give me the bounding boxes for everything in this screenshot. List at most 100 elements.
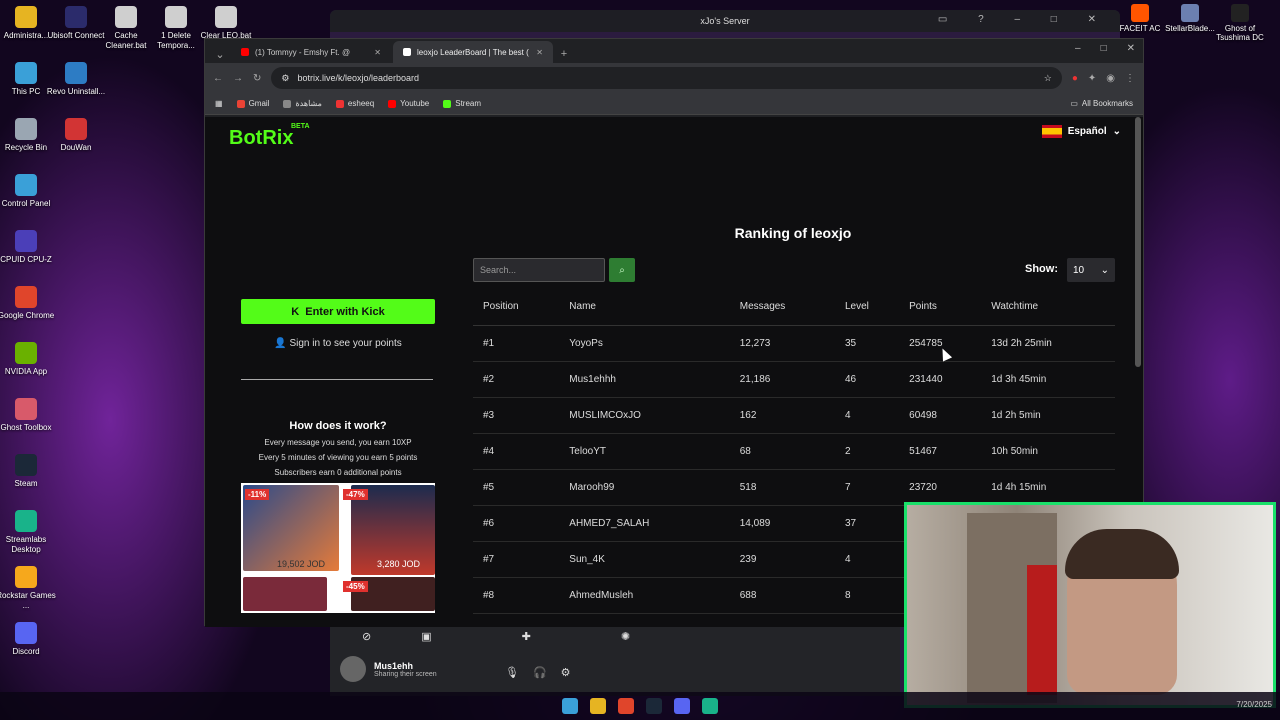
desktop-icon[interactable]: CPUID CPU-Z [0,230,58,265]
extension-icon[interactable]: ● [1072,73,1078,84]
close-tab-icon[interactable]: ✕ [374,48,381,57]
start-icon[interactable] [562,698,578,714]
forward-icon[interactable]: → [233,73,243,84]
server-name: xJo's Server [700,16,750,26]
signin-link[interactable]: 👤 Sign in to see your points [241,338,435,349]
table-row: #1 YoyoPs 12,273 35 254785 13d 2h 25min [473,325,1115,362]
bookmark-gmail[interactable]: Gmail [236,99,269,108]
column-header[interactable]: Watchtime [981,289,1115,326]
app-icon [15,174,37,196]
bookmark-youtube[interactable]: Youtube [388,99,429,108]
menu-icon[interactable]: ⋮ [1125,73,1135,84]
ad-price: 3,280 JOD [377,559,421,569]
botrix-logo[interactable]: BotRix [229,127,293,150]
desktop-icon[interactable]: DouWan [44,118,108,153]
url-text: botrix.live/k/leoxjo/leaderboard [297,73,420,83]
no-video-icon[interactable]: ⊘ [362,630,371,643]
address-bar[interactable]: ⚙ botrix.live/k/leoxjo/leaderboard ☆ [271,67,1062,89]
site-info-icon[interactable]: ⚙ [281,73,289,84]
ad-banner[interactable]: -11% 19,502 JOD -47% 3,280 JOD -45% [241,483,435,613]
show-label: Show: [1025,263,1058,275]
discord-icon[interactable] [674,698,690,714]
profile-icon[interactable]: ◉ [1106,73,1115,84]
rule-text: Every message you send, you earn 10XP [264,438,412,447]
extensions-icon[interactable]: ✦ [1088,73,1096,84]
table-cell: 4 [834,541,900,578]
desktop-icon[interactable]: StellarBlade... [1162,4,1218,33]
scrollbar[interactable] [1135,117,1141,367]
screen-share-icon[interactable]: ▣ [421,630,431,643]
table-cell: AHMED7_SALAH [559,505,730,542]
all-bookmarks[interactable]: ▭ All Bookmarks [1070,99,1133,108]
file-explorer-icon[interactable] [590,698,606,714]
show-select[interactable]: 10 ⌄ [1067,258,1115,282]
back-icon[interactable]: ← [213,73,223,84]
desktop-icon[interactable]: Revo Uninstall... [44,62,108,97]
chevron-down-icon: ⌄ [1100,264,1109,276]
table-cell: 7 [834,469,900,506]
desktop-icon[interactable]: Streamlabs Desktop [0,510,58,555]
steam-icon[interactable] [646,698,662,714]
desktop-icon[interactable]: NVIDIA App [0,342,58,377]
search-icon: ⌕ [619,264,625,276]
streamlabs-icon[interactable] [702,698,718,714]
table-cell: 46 [834,361,900,398]
desktop-icon[interactable]: Clear LEO.bat [194,6,258,41]
app-icon [115,6,137,28]
taskbar [0,692,1280,720]
soundboard-icon[interactable]: ✺ [621,630,630,643]
apps-icon[interactable]: ▦ [215,99,223,108]
user-icon: 👤 [274,338,287,349]
settings-gear-icon[interactable]: ⚙ [561,666,571,679]
desktop-icon[interactable]: Google Chrome [0,286,58,321]
tab-search-icon[interactable]: ⌄ [211,45,229,63]
column-header[interactable]: Position [473,289,560,326]
search-input[interactable]: Search... [473,258,605,282]
search-button[interactable]: ⌕ [609,258,635,282]
bookmark-star-icon[interactable]: ☆ [1044,73,1052,84]
column-header[interactable]: Name [559,289,730,326]
streamer-hair [1065,529,1179,579]
tab-leaderboard[interactable]: leoxjo LeaderBoard | The best (✕ [393,41,553,63]
table-cell: 231440 [899,361,982,398]
tab-youtube[interactable]: (1) Tommyy - Emshy Ft. @ ✕ [231,41,391,63]
desktop-icon[interactable]: Ghost Toolbox [0,398,58,433]
bookmark-esheeq[interactable]: esheeq [335,99,374,108]
window-controls[interactable]: ▭ ? – □ ✕ [938,14,1110,25]
desktop-icon-label: StellarBlade... [1165,24,1215,33]
app-icon [1231,4,1249,22]
chrome-icon[interactable] [618,698,634,714]
ad-game[interactable] [243,577,327,611]
new-tab-button[interactable]: + [555,45,573,63]
mic-icon[interactable]: 🎙 [505,666,519,679]
language-selector[interactable]: Español ⌄ [1041,125,1121,138]
desktop-icon-label: Google Chrome [0,311,55,320]
discord-user[interactable]: Mus1ehh Sharing their screen [340,656,437,682]
enter-with-kick-button[interactable]: K Enter with Kick [241,299,435,324]
desktop-icon[interactable]: Rockstar Games ... [0,566,58,611]
desktop-icon[interactable]: Control Panel [0,174,58,209]
activity-icon[interactable]: ✚ [522,630,531,643]
headphones-icon[interactable]: 🎧 [533,666,547,679]
desktop-icon[interactable]: FACEIT AC [1112,4,1168,33]
window-controls[interactable]: – □ ✕ [1075,43,1135,54]
table-cell: 688 [729,577,835,614]
bookmark-arabic[interactable]: مشاهدة [283,99,322,108]
reload-icon[interactable]: ↻ [253,73,261,84]
table-cell: Marooh99 [559,469,730,506]
webcam-overlay [904,502,1276,708]
desktop-icon[interactable]: Ghost of Tsushima DC [1212,4,1268,42]
column-header[interactable]: Points [899,289,982,326]
desktop-icon-label: Ghost of Tsushima DC [1216,24,1264,42]
bookmark-stream[interactable]: Stream [443,99,481,108]
close-tab-icon[interactable]: ✕ [536,48,543,57]
column-header[interactable]: Level [834,289,900,326]
username: Mus1ehh [374,660,414,671]
table-cell: 13d 2h 25min [981,325,1115,362]
desktop-icon[interactable]: Discord [0,622,58,657]
table-cell: 68 [729,433,835,470]
table-cell: 35 [834,325,900,362]
desktop-icon[interactable]: Steam [0,454,58,489]
app-icon [65,6,87,28]
column-header[interactable]: Messages [729,289,835,326]
